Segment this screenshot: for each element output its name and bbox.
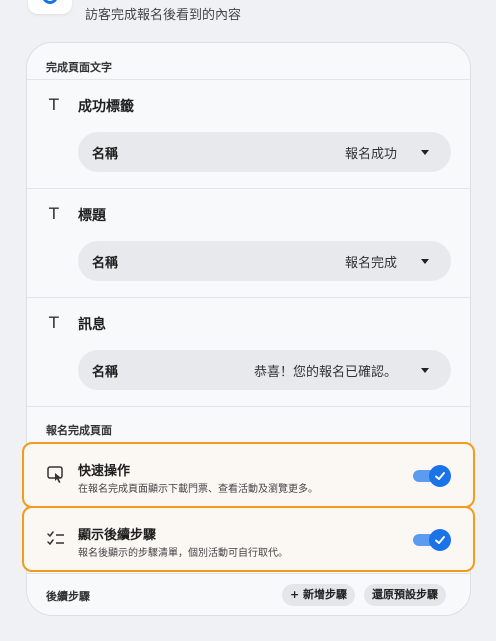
toggle-row-show-next-steps: 顯示後續步驟 報名後顯示的步驟清單，個別活動可自行取代。 (22, 506, 475, 572)
text-type-icon: T (49, 313, 59, 332)
text-type-icon: T (49, 204, 59, 223)
field-select-message[interactable]: 名稱 恭喜！您的報名已確認。 (78, 350, 451, 390)
show-next-steps-switch[interactable] (413, 529, 451, 551)
next-steps-label: 後續步驟 (46, 590, 90, 603)
divider (27, 79, 470, 80)
field-title-heading: 標題 (78, 208, 106, 224)
tap-touch-icon (47, 466, 63, 483)
field-value: 恭喜！您的報名已確認。 (253, 365, 397, 380)
check-icon (435, 536, 445, 544)
field-key: 名稱 (92, 147, 119, 162)
toggle-row-quick-actions: 快速操作 在報名完成頁面顯示下載門票、查看活動及瀏覽更多。 (22, 442, 475, 508)
toggle-description: 在報名完成頁面顯示下載門票、查看活動及瀏覽更多。 (78, 484, 318, 495)
section-label-completion-page: 報名完成頁面 (46, 424, 112, 437)
field-key: 名稱 (92, 256, 119, 271)
field-value: 報名完成 (344, 256, 397, 271)
quick-actions-switch[interactable] (413, 465, 451, 487)
reset-default-steps-button[interactable]: 還原預設步驟 (364, 584, 446, 606)
header-icon-box (28, 0, 72, 14)
field-title-success-label: 成功標籤 (78, 99, 134, 115)
field-key: 名稱 (92, 365, 119, 380)
field-select-success-label[interactable]: 名稱 報名成功 (78, 132, 451, 172)
section-label-completion-text: 完成頁面文字 (46, 61, 112, 74)
caret-down-icon (421, 259, 429, 264)
add-step-button[interactable]: + 新增步驟 (282, 584, 356, 606)
checklist-icon (47, 531, 64, 546)
toggle-description: 報名後顯示的步驟清單，個別活動可自行取代。 (78, 548, 288, 559)
divider (27, 188, 470, 189)
divider (27, 573, 470, 574)
text-type-icon: T (49, 95, 59, 114)
form-icon (42, 0, 58, 4)
check-icon (435, 472, 445, 480)
field-select-heading[interactable]: 名稱 報名完成 (78, 241, 451, 281)
switch-knob (429, 529, 451, 551)
caret-down-icon (421, 368, 429, 373)
field-value: 報名成功 (344, 147, 397, 162)
header-subtitle: 訪客完成報名後看到的內容 (85, 8, 242, 23)
caret-down-icon (421, 150, 429, 155)
switch-knob (429, 465, 451, 487)
field-title-message: 訊息 (78, 317, 106, 333)
toggle-title: 顯示後續步驟 (78, 528, 157, 543)
divider (27, 406, 470, 407)
toggle-title: 快速操作 (78, 464, 131, 479)
divider (27, 297, 470, 298)
